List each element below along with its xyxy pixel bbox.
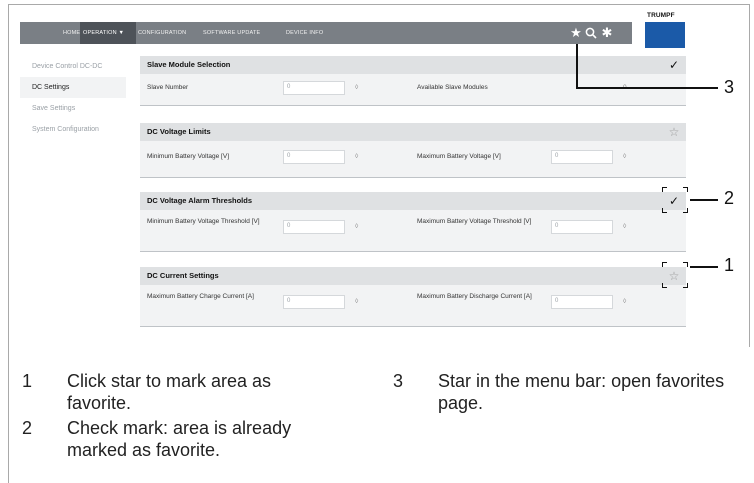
spinner-icon[interactable]: ◊ (623, 223, 626, 230)
panel-slave-module-selection: Slave Module Selection ✓ Slave Number 0 … (140, 56, 686, 106)
callout-line-3-horizontal (576, 87, 718, 89)
panel-header: DC Voltage Alarm Thresholds ✓ (140, 192, 686, 210)
input-value: 0 (555, 223, 559, 229)
panel-title: Slave Module Selection (147, 60, 231, 69)
legend-number: 2 (22, 418, 33, 438)
logo-text: TRUMPF (647, 12, 675, 19)
callout-bracket-1 (662, 262, 688, 288)
panel-dc-voltage-alarm-thresholds: DC Voltage Alarm Thresholds ✓ Minimum Ba… (140, 192, 686, 252)
nav-configuration[interactable]: CONFIGURATION (138, 22, 186, 44)
spinner-icon[interactable]: ◊ (355, 298, 358, 305)
nav-device-info[interactable]: DEVICE INFO (286, 22, 323, 44)
input-value: 0 (287, 153, 291, 159)
legend-item-2: 2 Check mark: area is already marked as … (22, 417, 332, 461)
field-label: Maximum Battery Discharge Current [A] (417, 293, 532, 300)
input-value: 0 (287, 223, 291, 229)
spinner-icon[interactable]: ◊ (623, 153, 626, 160)
panel-title: DC Voltage Limits (147, 127, 211, 136)
max-charge-current-input[interactable]: 0 (283, 295, 345, 309)
legend-text: Star in the menu bar: open favorites pag… (438, 371, 725, 413)
panel-header: Slave Module Selection ✓ (140, 56, 686, 74)
favorite-check-icon[interactable]: ✓ (666, 57, 682, 73)
callout-line-1 (690, 266, 718, 268)
legend-item-3: 3 Star in the menu bar: open favorites p… (393, 370, 733, 414)
spinner-icon[interactable]: ◊ (355, 153, 358, 160)
panel-dc-current-settings: DC Current Settings ☆ Maximum Battery Ch… (140, 267, 686, 327)
panel-header: DC Current Settings ☆ (140, 267, 686, 285)
frame-right-line (749, 4, 750, 347)
star-icon[interactable]: ★ (569, 24, 583, 42)
frame-top-line (8, 4, 750, 5)
input-value: 0 (287, 298, 291, 304)
field-label: Maximum Battery Voltage Threshold [V] (417, 218, 532, 225)
ui-screenshot: HOME OPERATION ▼ CONFIGURATION SOFTWARE … (20, 12, 712, 334)
legend-number: 3 (393, 371, 404, 391)
callout-number-2: 2 (724, 188, 735, 208)
sidebar-item-save-settings[interactable]: Save Settings (20, 98, 126, 119)
spinner-icon[interactable]: ◊ (623, 298, 626, 305)
min-voltage-threshold-input[interactable]: 0 (283, 220, 345, 234)
callout-number-1: 1 (724, 255, 735, 275)
callout-number-3: 3 (724, 77, 735, 97)
slave-number-input[interactable]: 0 (283, 81, 345, 95)
legend-item-1: 1 Click star to mark area as favorite. (22, 370, 322, 414)
callout-line-3-vertical (576, 44, 578, 88)
nav-software-update[interactable]: SOFTWARE UPDATE (203, 22, 260, 44)
nav-operation[interactable]: OPERATION ▼ (80, 22, 136, 44)
search-icon[interactable] (584, 24, 598, 42)
panel-dc-voltage-limits: DC Voltage Limits ☆ Minimum Battery Volt… (140, 123, 686, 178)
favorite-star-icon[interactable]: ☆ (666, 124, 682, 140)
field-label: Available Slave Modules (417, 84, 488, 91)
brand-logo: TRUMPF (644, 12, 686, 49)
callout-bracket-2 (662, 187, 688, 213)
spinner-icon[interactable]: ◊ (355, 84, 358, 91)
panel-title: DC Voltage Alarm Thresholds (147, 196, 253, 205)
legend-number: 1 (22, 371, 33, 391)
gear-icon[interactable]: ✱ (600, 24, 614, 42)
input-value: 0 (555, 153, 559, 159)
field-label: Maximum Battery Voltage [V] (417, 153, 501, 160)
panel-header: DC Voltage Limits ☆ (140, 123, 686, 141)
callout-line-2 (690, 199, 718, 201)
sidebar: Device Control DC-DC DC Settings Save Se… (20, 56, 126, 140)
sidebar-item-system-configuration[interactable]: System Configuration (20, 119, 126, 140)
spinner-icon[interactable]: ◊ (355, 223, 358, 230)
max-discharge-current-input[interactable]: 0 (551, 295, 613, 309)
min-battery-voltage-input[interactable]: 0 (283, 150, 345, 164)
field-label: Minimum Battery Voltage [V] (147, 153, 230, 160)
max-battery-voltage-input[interactable]: 0 (551, 150, 613, 164)
top-menu-bar: HOME OPERATION ▼ CONFIGURATION SOFTWARE … (20, 22, 632, 44)
frame-left-line (8, 4, 9, 483)
logo-block (645, 22, 685, 48)
legend-text: Check mark: area is already marked as fa… (67, 418, 292, 460)
sidebar-item-dc-settings[interactable]: DC Settings (20, 77, 126, 98)
sidebar-item-device-control[interactable]: Device Control DC-DC (20, 56, 126, 77)
max-voltage-threshold-input[interactable]: 0 (551, 220, 613, 234)
input-value: 0 (287, 84, 291, 90)
field-label: Minimum Battery Voltage Threshold [V] (147, 218, 260, 225)
legend-text: Click star to mark area as favorite. (67, 371, 272, 413)
nav-home[interactable]: HOME (63, 22, 80, 44)
panel-title: DC Current Settings (147, 271, 219, 280)
input-value: 0 (555, 298, 559, 304)
field-label: Slave Number (147, 84, 189, 91)
field-label: Maximum Battery Charge Current [A] (147, 293, 254, 300)
